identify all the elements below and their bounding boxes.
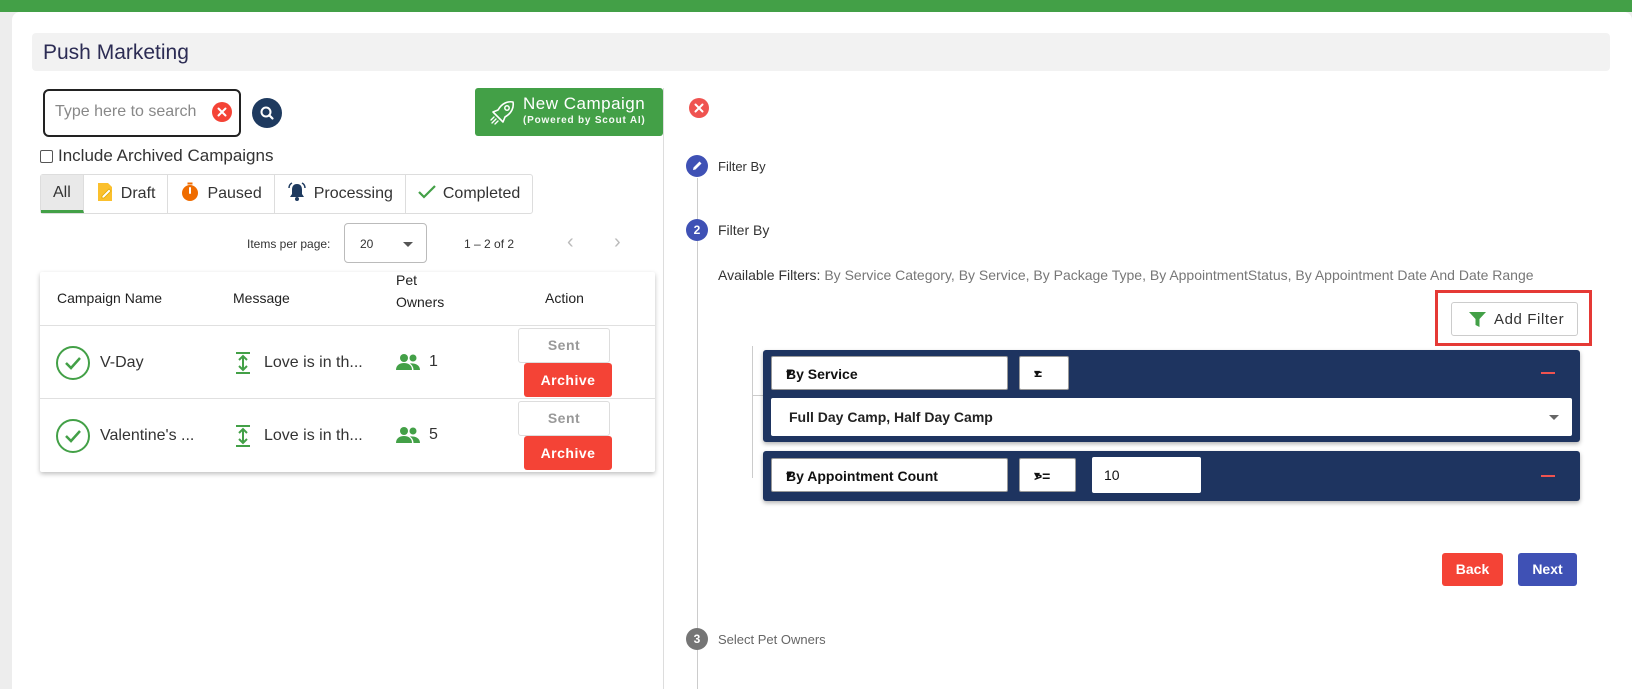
items-per-page-label: Items per page: bbox=[247, 237, 331, 251]
completed-status-icon bbox=[56, 419, 90, 453]
top-accent-bar bbox=[0, 0, 1632, 12]
filter-icon bbox=[1469, 312, 1486, 327]
column-action: Action bbox=[545, 290, 584, 306]
column-divider bbox=[663, 88, 664, 689]
page-range: 1 – 2 of 2 bbox=[464, 237, 515, 251]
filter-operator-select[interactable]: = ▾ bbox=[1019, 356, 1069, 390]
pet-owner-count: 5 bbox=[429, 426, 438, 443]
filter-row-2: By Appointment Count ▾ >= ▾ 10 bbox=[763, 451, 1580, 501]
back-button[interactable]: Back bbox=[1442, 553, 1503, 586]
column-message: Message bbox=[233, 290, 290, 306]
close-circle-icon[interactable] bbox=[212, 102, 232, 122]
sent-button[interactable]: Sent bbox=[518, 328, 610, 363]
tab-label: All bbox=[53, 183, 71, 201]
campaign-table: Campaign Name Message Pet Owners Action … bbox=[40, 272, 655, 472]
status-tabs: All Draft Paused Processing Completed bbox=[40, 174, 534, 214]
stepper-line bbox=[697, 178, 698, 689]
new-campaign-button[interactable]: New Campaign (Powered by Scout AI) bbox=[475, 88, 663, 136]
chevron-down-icon: ▾ bbox=[1034, 468, 1041, 482]
filter-group-bracket bbox=[752, 346, 762, 478]
items-per-page-value: 20 bbox=[360, 237, 374, 251]
tab-label: Processing bbox=[313, 185, 393, 202]
available-filters-label: Available Filters: bbox=[718, 267, 821, 283]
available-filters: Available Filters: By Service Category, … bbox=[718, 267, 1534, 283]
column-pet-owners-line1: Pet bbox=[396, 272, 418, 288]
search-button[interactable] bbox=[252, 98, 282, 128]
bell-icon bbox=[287, 181, 307, 207]
archive-button[interactable]: Archive bbox=[524, 363, 612, 397]
step-3-indicator[interactable]: 3 bbox=[686, 628, 708, 650]
check-icon bbox=[418, 184, 436, 205]
campaign-message: Love is in th... bbox=[264, 427, 363, 444]
step-3-label: Select Pet Owners bbox=[718, 632, 826, 647]
column-pet-owners-line2: Owners bbox=[396, 294, 445, 310]
filter-field-select[interactable]: By Appointment Count ▾ bbox=[771, 458, 1008, 492]
table-row: V-Day Love is in th... 1 Sent Archive bbox=[40, 326, 655, 399]
add-filter-label: Add Filter bbox=[1494, 311, 1565, 328]
campaign-name: Valentine's ... bbox=[100, 427, 195, 444]
expand-vertical-icon bbox=[236, 425, 250, 447]
filter-value-input[interactable]: 10 bbox=[1092, 457, 1201, 493]
filter-operator-select[interactable]: >= ▾ bbox=[1019, 458, 1076, 492]
filter-row-1: By Service ▾ = ▾ Full Day Camp, Half Day… bbox=[763, 350, 1580, 442]
page-header: Push Marketing bbox=[32, 33, 1610, 71]
include-archived-toggle[interactable]: Include Archived Campaigns bbox=[40, 146, 273, 166]
caret-down-icon bbox=[403, 242, 413, 247]
people-icon bbox=[396, 354, 420, 370]
campaign-name: V-Day bbox=[100, 354, 144, 371]
filter-input-value: 10 bbox=[1104, 467, 1120, 483]
campaign-message: Love is in th... bbox=[264, 354, 363, 371]
available-filters-value: By Service Category, By Service, By Pack… bbox=[824, 267, 1534, 283]
remove-filter-icon[interactable] bbox=[1541, 372, 1555, 374]
search-field[interactable] bbox=[43, 89, 241, 137]
remove-filter-icon[interactable] bbox=[1541, 475, 1555, 477]
completed-status-icon bbox=[56, 346, 90, 380]
tab-label: Paused bbox=[207, 185, 262, 202]
page-title: Push Marketing bbox=[43, 41, 189, 64]
chevron-down-icon: ▾ bbox=[786, 366, 793, 380]
sent-button[interactable]: Sent bbox=[518, 401, 610, 436]
tab-processing[interactable]: Processing bbox=[275, 175, 406, 213]
previous-page-icon[interactable]: ‹ bbox=[567, 231, 574, 254]
search-input[interactable] bbox=[55, 103, 205, 121]
archive-button[interactable]: Archive bbox=[524, 436, 612, 470]
timer-icon bbox=[180, 182, 200, 207]
filter-value: Full Day Camp, Half Day Camp bbox=[789, 409, 993, 425]
close-panel-icon[interactable] bbox=[689, 98, 709, 118]
tab-draft[interactable]: Draft bbox=[84, 175, 169, 213]
chevron-down-icon: ▾ bbox=[1034, 366, 1041, 380]
pencil-icon bbox=[693, 161, 702, 170]
search-icon bbox=[260, 106, 274, 120]
items-per-page-select[interactable]: 20 bbox=[344, 223, 427, 263]
new-campaign-sublabel: (Powered by Scout AI) bbox=[523, 115, 646, 126]
caret-down-icon bbox=[1549, 415, 1559, 420]
tab-completed[interactable]: Completed bbox=[406, 175, 532, 213]
step-1-indicator[interactable] bbox=[686, 155, 708, 177]
new-campaign-label: New Campaign bbox=[523, 94, 646, 113]
step-2-label: Filter By bbox=[718, 222, 770, 238]
expand-vertical-icon bbox=[236, 352, 250, 374]
next-button[interactable]: Next bbox=[1518, 553, 1577, 586]
table-header: Campaign Name Message Pet Owners Action bbox=[40, 272, 655, 326]
filter-value-multiselect[interactable]: Full Day Camp, Half Day Camp bbox=[771, 398, 1572, 436]
rocket-icon bbox=[490, 100, 515, 125]
draft-icon bbox=[96, 182, 114, 207]
tab-label: Completed bbox=[442, 185, 521, 202]
table-row: Valentine's ... Love is in th... 5 Sent … bbox=[40, 399, 655, 472]
step-1-label: Filter By bbox=[718, 159, 766, 174]
step-2-indicator[interactable]: 2 bbox=[686, 219, 708, 241]
chevron-down-icon: ▾ bbox=[786, 468, 793, 482]
pet-owner-count: 1 bbox=[429, 353, 438, 370]
next-page-icon[interactable]: › bbox=[614, 231, 621, 254]
tab-label: Draft bbox=[120, 185, 156, 202]
include-archived-checkbox[interactable] bbox=[40, 149, 53, 163]
tab-all[interactable]: All bbox=[41, 175, 84, 213]
people-icon bbox=[396, 427, 420, 443]
column-campaign-name: Campaign Name bbox=[57, 290, 163, 306]
add-filter-button[interactable]: Add Filter bbox=[1451, 302, 1578, 336]
tab-paused[interactable]: Paused bbox=[168, 175, 275, 213]
include-archived-label: Include Archived Campaigns bbox=[58, 146, 274, 165]
filter-field-select[interactable]: By Service ▾ bbox=[771, 356, 1008, 390]
